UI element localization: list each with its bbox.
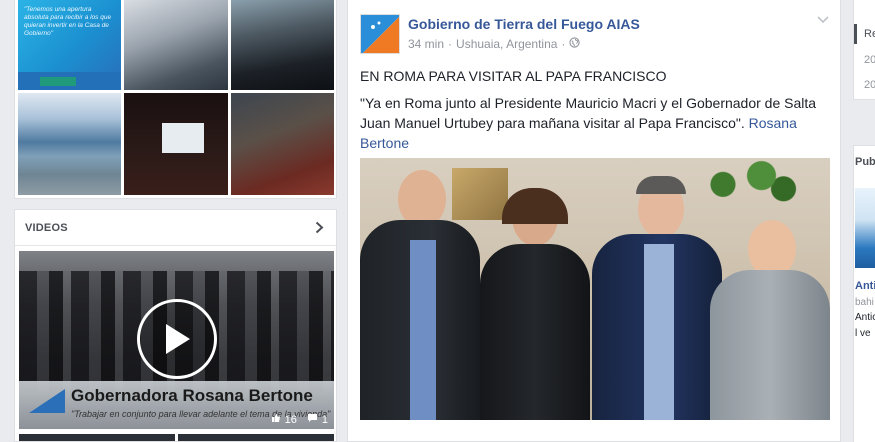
right-sponsored-card: Pub Anti bahi Antic l ve [853, 145, 875, 442]
right-top-card: Re 20 20 [853, 0, 875, 100]
sponsored-description: l ve [855, 328, 871, 339]
meta-separator: · [448, 37, 453, 51]
post-card: Gobierno de Tierra del Fuego AIAS 34 min… [347, 0, 841, 442]
video-lower-third: Gobernadora Rosana Bertone "Trabajar en … [19, 381, 334, 429]
sponsored-image[interactable] [855, 188, 875, 268]
sponsored-title[interactable]: Anti [855, 280, 875, 292]
videos-panel: VIDEOS Gobernadora Rosana Bertone "Traba… [14, 209, 337, 442]
person-figure [710, 216, 830, 420]
post-location[interactable]: Ushuaia, Argentina [456, 37, 557, 51]
right-top-item[interactable]: 20 [864, 79, 875, 91]
post-time[interactable]: 34 min [408, 37, 444, 51]
projector-screen [162, 123, 204, 153]
video-likes-count: 16 [284, 414, 297, 426]
person-figure [592, 170, 722, 420]
comment-icon [307, 413, 318, 426]
person-figure [360, 170, 480, 420]
play-button[interactable] [137, 299, 217, 379]
sponsored-description: Antic [855, 312, 875, 323]
chevron-right-icon[interactable] [312, 221, 326, 235]
video-stats: 16 1 [271, 413, 328, 426]
lower-third-name: Gobernadora Rosana Bertone [71, 386, 313, 405]
right-top-item[interactable]: Re [864, 28, 875, 40]
post-headline: EN ROMA PARA VISITAR AL PAPA FRANCISCO [360, 68, 667, 84]
photo-tile-caption: "Tenemos una apertura absoluta para reci… [24, 6, 112, 37]
meta-separator: · [561, 37, 566, 51]
person-figure [480, 188, 590, 420]
page-avatar[interactable] [360, 14, 400, 54]
next-video-thumb[interactable] [178, 434, 334, 441]
post-body: "Ya en Roma junto al Presidente Mauricio… [360, 93, 830, 153]
selected-indicator [854, 24, 857, 44]
sponsored-label: Pub [855, 156, 875, 168]
post-author[interactable]: Gobierno de Tierra del Fuego AIAS [408, 16, 640, 32]
post-photo[interactable] [360, 158, 830, 420]
photo-tile[interactable] [231, 93, 334, 195]
flag-logo-icon [361, 15, 399, 53]
sponsored-source[interactable]: bahi [855, 297, 874, 308]
video-thumbnail[interactable]: Gobernadora Rosana Bertone "Trabajar en … [19, 251, 334, 429]
photo-tile[interactable] [231, 0, 334, 90]
lower-third-logo [29, 389, 65, 413]
photo-tile[interactable] [124, 0, 228, 90]
post-meta: 34 min · Ushuaia, Argentina · [408, 37, 581, 51]
videos-title: VIDEOS [25, 221, 68, 234]
video-comments: 1 [307, 413, 328, 426]
video-likes: 16 [271, 413, 297, 426]
right-top-item[interactable]: 20 [864, 54, 875, 66]
next-video-thumb[interactable] [19, 434, 175, 441]
next-video-strip [19, 434, 334, 441]
photo-grid: "Tenemos una apertura absoluta para reci… [18, 0, 334, 195]
photos-panel: "Tenemos una apertura absoluta para reci… [14, 0, 337, 199]
chevron-down-icon[interactable] [816, 14, 830, 26]
video-comments-count: 1 [321, 414, 328, 426]
photo-tile[interactable] [124, 93, 228, 195]
like-icon [271, 413, 281, 426]
photo-tile-logo [40, 77, 76, 86]
photo-tile[interactable] [18, 93, 121, 195]
globe-icon [569, 37, 581, 51]
play-icon [166, 324, 190, 354]
videos-header[interactable]: VIDEOS [15, 210, 336, 246]
photo-tile[interactable]: "Tenemos una apertura absoluta para reci… [18, 0, 121, 90]
